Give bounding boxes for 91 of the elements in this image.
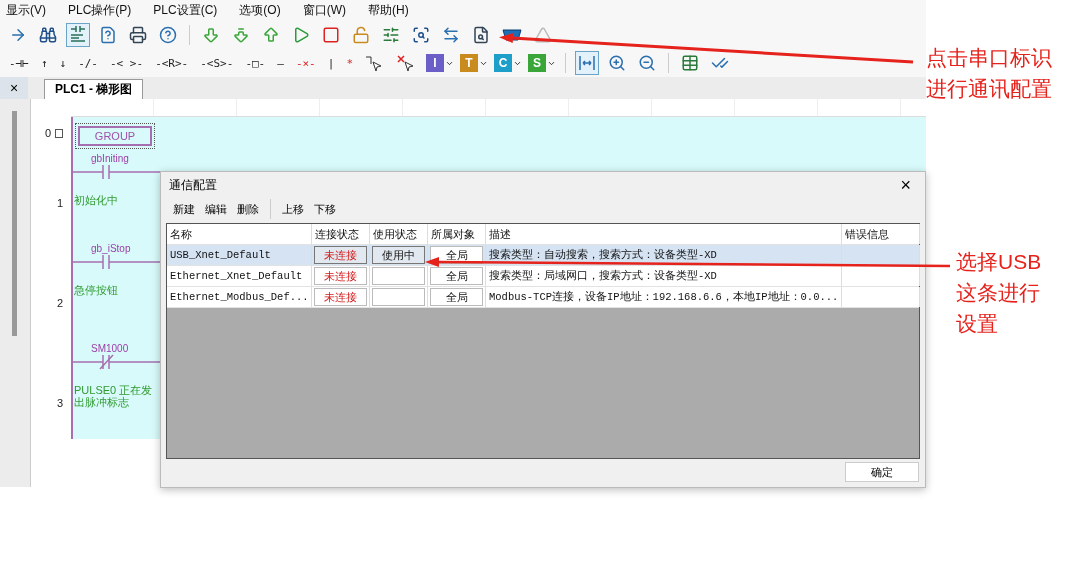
column-header: 使用状态 bbox=[370, 224, 428, 244]
table-row[interactable]: USB_Xnet_Default 未连接 使用中 全局 搜索类型：自动搜索，搜索方式：设备类型-XD bbox=[167, 245, 919, 266]
table-cell: 搜索类型：自动搜索，搜索方式：设备类型-XD bbox=[486, 245, 842, 265]
table-icon bbox=[681, 54, 699, 72]
column-header: 所属对象 bbox=[428, 224, 486, 244]
ladder-tool[interactable]: | bbox=[324, 56, 338, 70]
ladder-tool[interactable]: * bbox=[343, 56, 356, 70]
warning-icon bbox=[534, 26, 552, 44]
scope-cell: 全局 bbox=[430, 288, 483, 306]
column-header: 连接状态 bbox=[312, 224, 370, 244]
table-row[interactable]: Ethernet_Modbus_Def... 未连接 全局 Modbus-TCP连接，设备IP地址：192.168.6.6，本地IP地址：0.0... bbox=[167, 287, 919, 308]
help-icon bbox=[159, 26, 177, 44]
toolbar-button[interactable]: 下移 bbox=[312, 201, 338, 217]
menu-item[interactable]: 选项(O) bbox=[239, 2, 281, 19]
printer-icon bbox=[129, 26, 147, 44]
annotation-text: 这条进行 bbox=[956, 280, 1041, 306]
stop-icon bbox=[322, 26, 340, 44]
annotation-text: 进行通讯配置 bbox=[926, 76, 1053, 102]
toolbar-button[interactable]: 删除 bbox=[235, 201, 261, 217]
ladder-tool[interactable]: ↑ bbox=[37, 56, 51, 70]
ladder-tool[interactable]: -×- bbox=[292, 56, 319, 70]
dialog-title: 通信配置 bbox=[169, 176, 217, 194]
column-header: 名称 bbox=[167, 224, 312, 244]
rung-number: 1 bbox=[56, 197, 63, 209]
rung-number: 3 bbox=[56, 397, 63, 409]
annotation-text: 选择USB bbox=[956, 249, 1043, 275]
status-cell: 未连接 bbox=[314, 267, 367, 285]
close-button[interactable]: × bbox=[0, 77, 28, 99]
column-header: 描述 bbox=[486, 224, 842, 244]
unlock-icon bbox=[352, 26, 370, 44]
forward-arrow-icon bbox=[9, 26, 27, 44]
ladder-tool[interactable]: -/- bbox=[75, 56, 101, 70]
toolbar-button[interactable]: 新建 bbox=[171, 201, 197, 217]
menu-item[interactable]: 显示(V) bbox=[6, 2, 46, 19]
column-width-button[interactable] bbox=[575, 51, 599, 75]
column-header: 错误信息 bbox=[842, 224, 920, 244]
table-cell: 搜索类型：局域网口，搜索方式：设备类型-XD bbox=[486, 266, 842, 286]
zoom-in-icon bbox=[608, 54, 626, 72]
ladder-icon bbox=[69, 26, 87, 44]
ladder-tool[interactable]: -<R>- bbox=[152, 56, 192, 70]
ok-button[interactable]: 确定 bbox=[845, 462, 919, 482]
table-cell: USB_Xnet_Default bbox=[167, 245, 312, 265]
rung-comment: 出脉冲标志 bbox=[74, 396, 129, 408]
rung-comment: 急停按钮 bbox=[74, 284, 118, 296]
download-lock-icon bbox=[232, 26, 250, 44]
ladder-tool[interactable]: -□- bbox=[242, 56, 269, 70]
collapse-icon[interactable] bbox=[55, 128, 63, 138]
contact-label: gbIniting bbox=[91, 153, 129, 164]
menu-item[interactable]: PLC设置(C) bbox=[153, 2, 218, 19]
table-cell: Ethernet_Xnet_Default bbox=[167, 266, 312, 286]
toolbar-button[interactable]: 上移 bbox=[280, 201, 306, 217]
ladder-tool[interactable]: -< >- bbox=[107, 56, 147, 70]
status-cell: 使用中 bbox=[372, 246, 425, 264]
upload-arrow-icon bbox=[262, 26, 280, 44]
scrollbar[interactable] bbox=[12, 111, 17, 336]
contact-label: gb_iStop bbox=[91, 243, 131, 254]
transfer-icon bbox=[442, 26, 460, 44]
column-width-icon bbox=[578, 54, 596, 72]
rung-comment: PULSE0 正在发 bbox=[74, 384, 153, 396]
tab[interactable]: PLC1 - 梯形图 bbox=[44, 79, 144, 99]
scope-cell: 全局 bbox=[430, 267, 483, 285]
annotation-text: 设置 bbox=[956, 311, 999, 337]
annotation-text: 点击串口标识 bbox=[926, 45, 1053, 71]
run-icon bbox=[292, 26, 310, 44]
help-document-icon bbox=[99, 26, 117, 44]
menu-item[interactable]: 帮助(H) bbox=[368, 2, 409, 19]
ladder-tool[interactable]: — bbox=[274, 56, 287, 70]
binoculars-icon bbox=[39, 26, 57, 44]
menu-item[interactable]: PLC操作(P) bbox=[68, 2, 132, 19]
table-cell: Ethernet_Modbus_Def... bbox=[167, 287, 312, 307]
config-icon bbox=[382, 26, 400, 44]
ladder-tool[interactable]: -⊣⊢ bbox=[6, 56, 32, 70]
ladder-view-button[interactable] bbox=[66, 23, 90, 47]
toolbar-button[interactable]: 编辑 bbox=[203, 201, 229, 217]
zoom-out-icon bbox=[638, 54, 656, 72]
menu-item[interactable]: 窗口(W) bbox=[302, 2, 346, 19]
rung-number: 0 bbox=[44, 127, 51, 139]
ladder-tool[interactable]: -<S>- bbox=[197, 56, 237, 70]
rung-comment: 初始化中 bbox=[74, 194, 118, 206]
scan-icon bbox=[412, 26, 430, 44]
download-arrow-icon bbox=[202, 26, 220, 44]
rung-number: 2 bbox=[56, 297, 63, 309]
table-row[interactable]: Ethernet_Xnet_Default 未连接 全局 搜索类型：局域网口，搜索方式：设备类型-XD bbox=[167, 266, 919, 287]
close-button[interactable]: × bbox=[894, 175, 917, 195]
serial-port-icon bbox=[502, 28, 522, 42]
contact-label: SM1000 bbox=[91, 343, 129, 354]
table-cell: Modbus-TCP连接，设备IP地址：192.168.6.6，本地IP地址：0.0... bbox=[486, 287, 842, 307]
status-cell: 未连接 bbox=[314, 246, 367, 264]
search-document-icon bbox=[472, 26, 490, 44]
ladder-tool[interactable]: ↓ bbox=[56, 56, 70, 70]
status-cell: 未连接 bbox=[314, 288, 367, 306]
